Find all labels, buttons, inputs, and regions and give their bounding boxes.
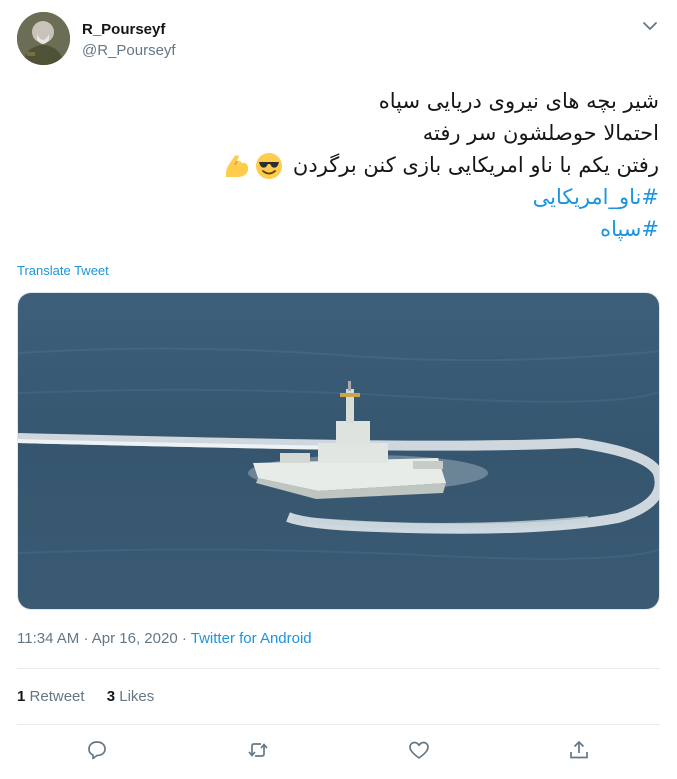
translate-tweet-link[interactable]: Translate Tweet <box>17 263 109 278</box>
likes-stat[interactable]: 3 Likes <box>107 688 155 705</box>
share-icon[interactable] <box>567 738 591 762</box>
retweet-icon[interactable] <box>246 738 270 762</box>
tweet-line: رفتن یکم با ناو امریکایی بازی کنن برگردن <box>292 153 659 177</box>
divider <box>17 724 660 725</box>
likes-count: 3 <box>106 688 116 705</box>
hashtag-link[interactable]: #ناو_امریکایی <box>19 181 659 213</box>
reply-icon[interactable] <box>85 738 109 762</box>
meta-separator: · <box>83 630 89 647</box>
tweet-photo[interactable] <box>17 292 660 610</box>
retweets-count: 1 <box>17 688 26 705</box>
tweet-line: احتمالا حوصلشون سر رفته <box>422 121 659 145</box>
tweet-time[interactable]: 11:34 AM <box>17 630 79 647</box>
likes-label: Likes <box>119 688 155 705</box>
hashtag-link[interactable]: #سپاه <box>19 213 659 245</box>
tweet-header: R_Pourseyf @R_Pourseyf <box>17 12 662 68</box>
avatar[interactable] <box>17 12 70 65</box>
retweets-stat[interactable]: 1 Retweet <box>17 688 85 705</box>
tweet-line-with-emojis: رفتن یکم با ناو امریکایی بازی کنن برگردن <box>19 149 659 181</box>
sunglasses-face-icon <box>254 151 284 181</box>
tweet-meta: 11:34 AM · Apr 16, 2020 · Twitter for An… <box>17 630 312 647</box>
retweets-label: Retweet <box>29 688 85 705</box>
tweet-date[interactable]: Apr 16, 2020 <box>92 630 178 647</box>
flexed-biceps-icon <box>222 151 252 181</box>
divider <box>17 668 660 669</box>
tweet-source-link[interactable]: Twitter for Android <box>191 630 312 647</box>
tweet-line: شیر بچه های نیروی دریایی سپاه <box>378 89 659 113</box>
user-handle[interactable]: @R_Pourseyf <box>82 41 176 61</box>
like-icon[interactable] <box>407 738 431 762</box>
meta-separator: · <box>181 630 187 647</box>
tweet-actions <box>17 738 660 768</box>
chevron-down-icon[interactable] <box>638 14 662 38</box>
tweet-stats: 1 Retweet 3 Likes <box>17 688 172 705</box>
tweet-text: شیر بچه های نیروی دریایی سپاه احتمالا حو… <box>19 85 659 245</box>
display-name[interactable]: R_Pourseyf <box>82 20 176 39</box>
